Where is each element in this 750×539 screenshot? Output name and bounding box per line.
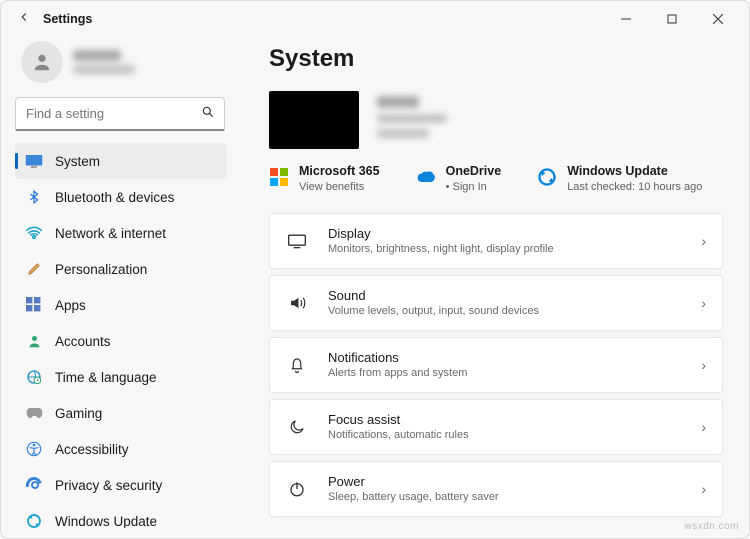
nav-system[interactable]: System — [15, 143, 227, 179]
nav-label: System — [55, 154, 100, 169]
card-subtitle: Notifications, automatic rules — [328, 429, 681, 441]
nav-label: Bluetooth & devices — [55, 190, 174, 205]
user-account-button[interactable] — [15, 37, 229, 97]
nav-label: Personalization — [55, 262, 147, 277]
accessibility-icon — [25, 441, 43, 457]
system-icon — [25, 154, 43, 168]
nav-label: Privacy & security — [55, 478, 162, 493]
power-icon — [286, 480, 308, 498]
card-title: Sound — [328, 289, 681, 302]
chevron-right-icon: › — [701, 419, 706, 435]
card-title: Notifications — [328, 351, 681, 364]
onedrive-icon — [416, 167, 436, 187]
service-onedrive[interactable]: OneDrive • Sign In — [416, 165, 502, 193]
service-title: Microsoft 365 — [299, 165, 380, 179]
card-title: Display — [328, 227, 681, 240]
bluetooth-icon — [25, 189, 43, 205]
card-notifications[interactable]: Notifications Alerts from apps and syste… — [269, 337, 723, 393]
wifi-icon — [25, 226, 43, 240]
nav-windows-update[interactable]: Windows Update — [15, 503, 227, 528]
card-title: Power — [328, 475, 681, 488]
nav-label: Time & language — [55, 370, 157, 385]
nav-label: Gaming — [55, 406, 102, 421]
card-title: Focus assist — [328, 413, 681, 426]
nav-time-language[interactable]: Time & language — [15, 359, 227, 395]
card-display[interactable]: Display Monitors, brightness, night ligh… — [269, 213, 723, 269]
nav-label: Network & internet — [55, 226, 166, 241]
nav-personalization[interactable]: Personalization — [15, 251, 227, 287]
nav-gaming[interactable]: Gaming — [15, 395, 227, 431]
display-icon — [286, 233, 308, 249]
nav-label: Apps — [55, 298, 86, 313]
search-icon — [201, 105, 215, 122]
nav-label: Accounts — [55, 334, 111, 349]
maximize-button[interactable] — [649, 3, 695, 35]
avatar — [21, 41, 63, 83]
device-summary[interactable] — [269, 91, 723, 149]
service-subtitle: • Sign In — [446, 181, 502, 193]
update-icon — [537, 167, 557, 187]
apps-icon — [25, 297, 43, 313]
nav-accounts[interactable]: Accounts — [15, 323, 227, 359]
main-content: System Microsoft 365 View benefits OneD — [239, 37, 749, 538]
update-icon — [25, 513, 43, 528]
chevron-right-icon: › — [701, 481, 706, 497]
search-box[interactable] — [15, 97, 225, 131]
card-subtitle: Monitors, brightness, night light, displ… — [328, 243, 681, 255]
watermark: wsxdn.com — [684, 521, 739, 532]
service-title: OneDrive — [446, 165, 502, 179]
nav-accessibility[interactable]: Accessibility — [15, 431, 227, 467]
nav-bluetooth[interactable]: Bluetooth & devices — [15, 179, 227, 215]
card-power[interactable]: Power Sleep, battery usage, battery save… — [269, 461, 723, 517]
gamepad-icon — [25, 406, 43, 420]
minimize-button[interactable] — [603, 3, 649, 35]
service-windows-update[interactable]: Windows Update Last checked: 10 hours ag… — [537, 165, 702, 193]
chevron-right-icon: › — [701, 233, 706, 249]
nav-label: Accessibility — [55, 442, 129, 457]
nav-privacy[interactable]: Privacy & security — [15, 467, 227, 503]
window-title: Settings — [43, 12, 92, 26]
person-icon — [25, 333, 43, 349]
chevron-right-icon: › — [701, 357, 706, 373]
search-input[interactable] — [15, 97, 225, 131]
nav-apps[interactable]: Apps — [15, 287, 227, 323]
shield-icon — [25, 477, 43, 493]
card-sound[interactable]: Sound Volume levels, output, input, soun… — [269, 275, 723, 331]
close-button[interactable] — [695, 3, 741, 35]
moon-icon — [286, 418, 308, 436]
device-image — [269, 91, 359, 149]
page-title: System — [269, 45, 723, 73]
bell-icon — [286, 355, 308, 375]
service-subtitle: Last checked: 10 hours ago — [567, 181, 702, 193]
globe-clock-icon — [25, 369, 43, 385]
brush-icon — [25, 261, 43, 277]
card-subtitle: Sleep, battery usage, battery saver — [328, 491, 681, 503]
nav-network[interactable]: Network & internet — [15, 215, 227, 251]
service-subtitle: View benefits — [299, 181, 380, 193]
device-info — [377, 96, 447, 144]
card-focus-assist[interactable]: Focus assist Notifications, automatic ru… — [269, 399, 723, 455]
user-info — [73, 50, 135, 74]
chevron-right-icon: › — [701, 295, 706, 311]
sound-icon — [286, 294, 308, 312]
sidebar: System Bluetooth & devices Network & int… — [1, 37, 239, 538]
nav-label: Windows Update — [55, 514, 157, 529]
title-bar: Settings — [1, 1, 749, 37]
card-subtitle: Alerts from apps and system — [328, 367, 681, 379]
service-title: Windows Update — [567, 165, 702, 179]
microsoft-365-icon — [269, 167, 289, 187]
back-button[interactable] — [9, 10, 39, 28]
nav-menu: System Bluetooth & devices Network & int… — [15, 143, 229, 528]
card-subtitle: Volume levels, output, input, sound devi… — [328, 305, 681, 317]
service-ms365[interactable]: Microsoft 365 View benefits — [269, 165, 380, 193]
